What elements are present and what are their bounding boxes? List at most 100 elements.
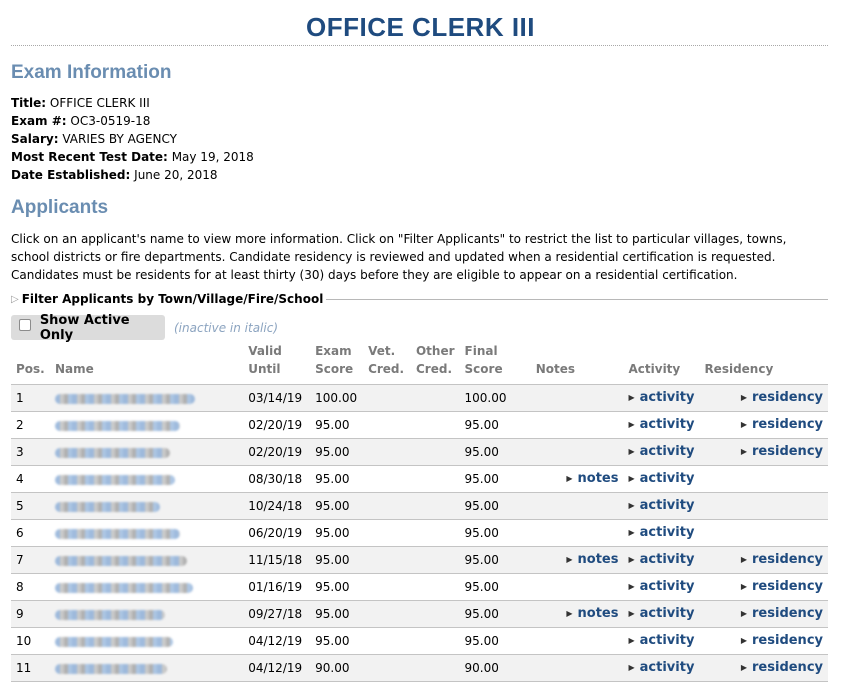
residency-link[interactable]: ▶ residency [741, 417, 823, 432]
triangle-right-icon: ▶ [628, 447, 635, 456]
exam-number-row: Exam #: OC3-0519-18 [11, 114, 151, 128]
col-pos: Pos. [11, 342, 50, 385]
row-activity-cell: ▶ activity [623, 600, 700, 628]
row-vet-cred [363, 627, 411, 655]
row-notes-cell [530, 573, 624, 601]
residency-link[interactable]: ▶ residency [740, 390, 823, 405]
row-final-score: 95.00 [459, 492, 531, 520]
filter-applicants-toggle[interactable]: ▷ Filter Applicants by Town/Village/Fire… [11, 290, 828, 308]
row-name-link[interactable] [49, 654, 244, 682]
row-notes-cell: ▶ notes [530, 600, 624, 628]
col-activity: Activity [623, 342, 700, 385]
row-final-score: 95.00 [459, 519, 531, 547]
activity-link[interactable]: ▶ activity [628, 471, 695, 486]
row-final-score: 95.00 [459, 546, 531, 574]
row-residency-cell [699, 492, 828, 520]
triangle-right-icon: ▶ [740, 447, 748, 456]
row-other-cred [410, 573, 460, 601]
activity-link[interactable]: ▶ activity [628, 390, 695, 405]
col-notes: Notes [530, 342, 624, 385]
row-pos: 6 [11, 519, 50, 547]
row-name-link[interactable] [49, 411, 244, 439]
activity-link[interactable]: ▶ activity [629, 633, 695, 648]
redacted-name [54, 609, 165, 620]
activity-link[interactable]: ▶ activity [628, 579, 695, 594]
triangle-right-icon: ▶ [628, 582, 635, 591]
row-name-link[interactable] [49, 465, 244, 493]
redacted-name [54, 636, 173, 647]
row-name-link[interactable] [49, 627, 244, 655]
row-name-link[interactable] [49, 384, 244, 412]
activity-link[interactable]: ▶ activity [628, 498, 695, 513]
row-valid-until: 11/15/18 [243, 546, 311, 574]
residency-link[interactable]: ▶ residency [741, 606, 823, 621]
row-valid-until: 02/20/19 [243, 411, 311, 439]
row-name-link[interactable] [49, 438, 244, 466]
activity-link[interactable]: ▶ activity [629, 417, 695, 432]
row-activity-cell: ▶ activity [623, 654, 700, 682]
row-name-link[interactable] [49, 600, 244, 628]
triangle-right-icon: ▶ [740, 636, 748, 645]
row-vet-cred [363, 573, 411, 601]
row-notes-cell [530, 654, 624, 682]
show-active-checkbox[interactable] [19, 318, 31, 331]
row-other-cred [410, 627, 460, 655]
table-row: 4 08/30/18 95.00 95.00 ▶ notes ▶ activity [11, 465, 828, 493]
residency-link[interactable]: ▶ residency [740, 633, 823, 648]
col-vet-cred: Vet. Cred. [363, 342, 411, 385]
triangle-right-icon: ▶ [740, 663, 748, 672]
table-row: 9 09/27/18 95.00 95.00 ▶ notes ▶ activity ▶ resid… [11, 600, 828, 628]
row-vet-cred [363, 465, 411, 493]
triangle-right-icon: ▶ [628, 393, 635, 402]
activity-link[interactable]: ▶ activity [629, 552, 695, 567]
row-other-cred [410, 600, 460, 628]
triangle-right-icon: ▶ [628, 501, 635, 510]
row-name-link[interactable] [49, 519, 244, 547]
triangle-right-icon: ▶ [740, 393, 748, 402]
row-exam-score: 95.00 [310, 465, 364, 493]
triangle-right-icon: ▶ [740, 555, 748, 564]
residency-link[interactable]: ▶ residency [741, 579, 823, 594]
row-pos: 1 [11, 384, 50, 412]
row-valid-until: 04/12/19 [243, 627, 311, 655]
row-name-link[interactable] [49, 573, 244, 601]
triangle-right-icon: ▶ [628, 474, 635, 483]
row-name-link[interactable] [49, 546, 244, 574]
row-notes-cell [530, 384, 624, 412]
notes-link[interactable]: ▶ notes [566, 606, 618, 621]
row-activity-cell: ▶ activity [623, 411, 700, 439]
row-exam-score: 95.00 [310, 438, 364, 466]
residency-link[interactable]: ▶ residency [740, 660, 823, 675]
inactive-note: (inactive in italic) [174, 321, 279, 335]
row-vet-cred [363, 519, 411, 547]
row-final-score: 95.00 [459, 627, 531, 655]
row-pos: 10 [11, 627, 50, 655]
row-valid-until: 03/14/19 [243, 384, 311, 412]
row-notes-cell [530, 411, 624, 439]
row-notes-cell [530, 492, 624, 520]
row-pos: 8 [11, 573, 50, 601]
redacted-name [54, 447, 170, 458]
activity-link[interactable]: ▶ activity [628, 444, 695, 459]
table-header-row: Pos. Name Valid Until Exam Score Vet. Cred.… [11, 342, 828, 385]
activity-link[interactable]: ▶ activity [629, 660, 695, 675]
row-final-score: 95.00 [459, 573, 531, 601]
row-other-cred [410, 465, 460, 493]
activity-link[interactable]: ▶ activity [629, 606, 695, 621]
show-active-only-button[interactable]: Show Active Only [11, 313, 165, 343]
applicants-heading: Applicants [11, 197, 109, 218]
row-name-link[interactable] [49, 492, 244, 520]
row-activity-cell: ▶ activity [623, 492, 700, 520]
col-valid-until: Valid Until [243, 342, 311, 385]
residency-link[interactable]: ▶ residency [740, 552, 823, 567]
row-valid-until: 08/30/18 [243, 465, 311, 493]
row-vet-cred [363, 546, 411, 574]
row-pos: 5 [11, 492, 50, 520]
row-other-cred [410, 492, 460, 520]
activity-link[interactable]: ▶ activity [629, 525, 695, 540]
row-other-cred [410, 411, 460, 439]
notes-link[interactable]: ▶ notes [566, 471, 618, 486]
row-exam-score: 95.00 [310, 573, 364, 601]
residency-link[interactable]: ▶ residency [740, 444, 823, 459]
notes-link[interactable]: ▶ notes [566, 552, 618, 567]
